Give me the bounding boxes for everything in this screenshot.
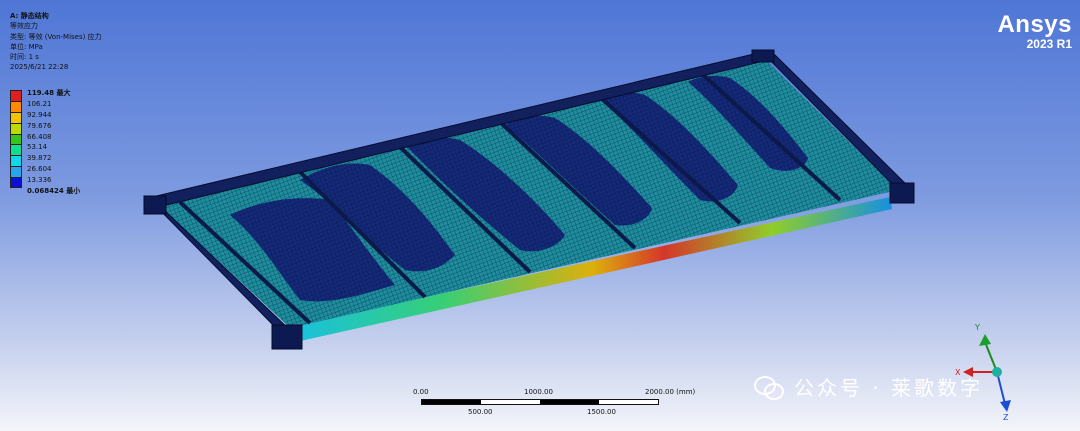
- scale-label: 1500.00: [587, 408, 616, 416]
- model-viewport[interactable]: [0, 0, 1080, 431]
- wechat-icon: [754, 375, 784, 400]
- triad-origin: [992, 367, 1002, 377]
- z-axis-arrow-icon: [1000, 400, 1011, 412]
- y-axis-arrow-icon: [979, 334, 991, 346]
- z-axis-label: Z: [1003, 413, 1009, 422]
- scale-label: 0.00: [413, 388, 429, 396]
- scale-segments: [421, 399, 659, 405]
- scale-label: 2000.00 (mm): [645, 388, 696, 396]
- watermark-text: 公众号 · 莱歌数字: [794, 376, 984, 400]
- watermark: 公众号 · 莱歌数字: [754, 372, 983, 401]
- scale-bar: 0.00 1000.00 2000.00 (mm) 500.00 1500.00: [413, 388, 713, 428]
- scale-label: 1000.00: [524, 388, 553, 396]
- y-axis-label: Y: [974, 323, 980, 332]
- scale-label: 500.00: [468, 408, 493, 416]
